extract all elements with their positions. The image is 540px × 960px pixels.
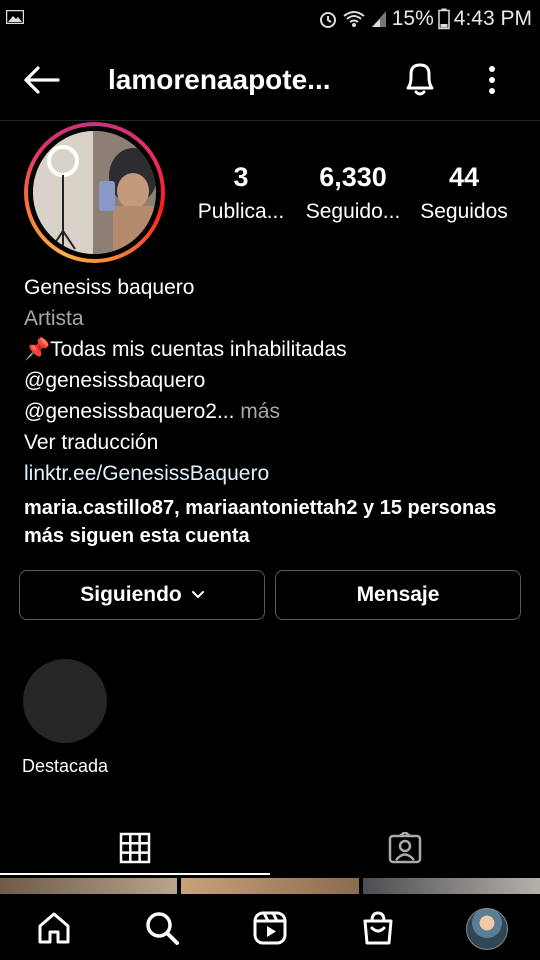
stat-followers-label: Seguido... bbox=[305, 200, 401, 223]
tagged-icon bbox=[388, 832, 422, 864]
signal-icon bbox=[371, 11, 386, 27]
stat-followers[interactable]: 6,330 Seguido... bbox=[300, 160, 406, 226]
stat-followers-value: 6,330 bbox=[319, 162, 387, 192]
header-username: lamorenaapote... bbox=[108, 64, 331, 95]
shop-icon bbox=[363, 911, 393, 945]
chevron-down-icon bbox=[191, 591, 204, 599]
more-vertical-icon[interactable] bbox=[482, 64, 502, 96]
tab-grid[interactable] bbox=[0, 820, 270, 876]
highlight-circle[interactable] bbox=[23, 659, 107, 743]
profile-category: Artista bbox=[24, 307, 84, 330]
home-icon bbox=[38, 912, 70, 944]
stat-posts-label: Publica... bbox=[197, 200, 285, 223]
search-icon bbox=[146, 912, 179, 945]
profile-avatar[interactable] bbox=[24, 122, 165, 263]
highlight-label[interactable]: Destacada bbox=[8, 756, 122, 777]
active-tab-indicator bbox=[0, 873, 270, 875]
bio-more-link[interactable]: más bbox=[234, 400, 280, 423]
status-bar: 15% 4:43 PM bbox=[0, 0, 540, 38]
header-divider bbox=[0, 120, 540, 121]
nav-reels[interactable] bbox=[250, 908, 290, 948]
following-button[interactable]: Siguiendo bbox=[19, 570, 265, 620]
message-button[interactable]: Mensaje bbox=[275, 570, 521, 620]
bottom-nav bbox=[0, 894, 540, 960]
post-thumbnail[interactable] bbox=[0, 878, 178, 894]
clock: 4:43 PM bbox=[453, 7, 532, 30]
reels-icon bbox=[253, 911, 287, 945]
tab-tagged[interactable] bbox=[270, 820, 540, 876]
wifi-icon bbox=[343, 11, 365, 27]
back-arrow-icon[interactable] bbox=[22, 64, 62, 96]
nav-shop[interactable] bbox=[358, 908, 398, 948]
post-grid bbox=[0, 878, 540, 894]
stat-posts[interactable]: 3 Publica... bbox=[190, 160, 292, 226]
grid-icon bbox=[119, 832, 151, 864]
avatar-photo bbox=[33, 131, 156, 254]
bell-icon[interactable] bbox=[402, 60, 438, 98]
nav-search[interactable] bbox=[142, 908, 182, 948]
profile-external-link[interactable]: linktr.ee/GenesissBaquero bbox=[24, 458, 524, 489]
translate-link[interactable]: Ver traducción bbox=[24, 427, 524, 458]
stat-following-label: Seguidos bbox=[420, 200, 508, 223]
profile-header: lamorenaapote... bbox=[0, 44, 540, 116]
image-icon bbox=[6, 10, 24, 24]
nav-home[interactable] bbox=[34, 908, 74, 948]
profile-bio: Genesiss baquero Artista 📌Todas mis cuen… bbox=[24, 272, 524, 489]
bio-line-3[interactable]: @genesissbaquero2... bbox=[24, 400, 234, 423]
alarm-icon bbox=[319, 12, 336, 28]
bio-line-2[interactable]: @genesissbaquero bbox=[24, 365, 524, 396]
message-button-label: Mensaje bbox=[356, 583, 440, 606]
battery-icon bbox=[438, 8, 450, 30]
followed-by-text[interactable]: maria.castillo87, mariaantoniettah2 y 15… bbox=[24, 494, 524, 550]
stat-following[interactable]: 44 Seguidos bbox=[414, 160, 514, 226]
post-thumbnail[interactable] bbox=[181, 878, 359, 894]
stat-posts-value: 3 bbox=[233, 162, 249, 192]
stat-following-value: 44 bbox=[448, 162, 480, 192]
following-button-label: Siguiendo bbox=[80, 583, 182, 606]
profile-avatar-tab[interactable] bbox=[466, 908, 508, 950]
battery-percent: 15% bbox=[391, 7, 434, 30]
bio-line-1: 📌Todas mis cuentas inhabilitadas bbox=[24, 338, 347, 361]
post-thumbnail[interactable] bbox=[362, 878, 540, 894]
profile-name: Genesiss baquero bbox=[24, 276, 195, 299]
bio-line-3-row: @genesissbaquero2... más bbox=[24, 396, 524, 427]
